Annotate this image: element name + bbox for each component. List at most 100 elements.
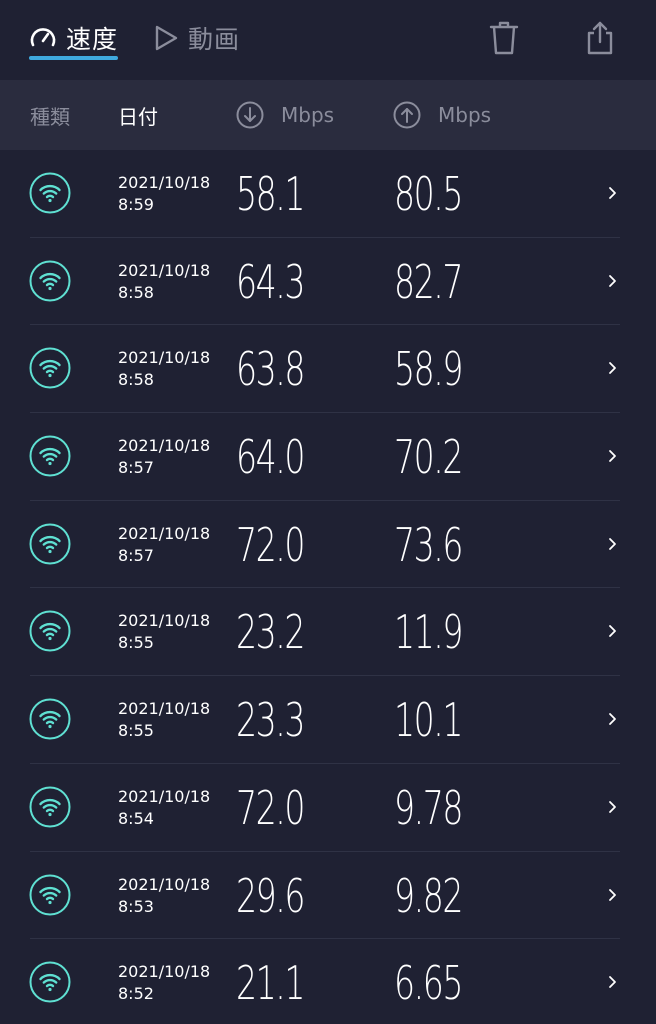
- chevron-right-icon: [609, 976, 616, 989]
- wifi-icon: [29, 435, 71, 477]
- row-datetime: 2021/10/18 8:54: [118, 786, 210, 830]
- wifi-icon: [29, 172, 71, 214]
- row-date: 2021/10/18: [118, 962, 211, 982]
- header-type[interactable]: 種類: [30, 80, 70, 150]
- row-download-value: 58.1: [236, 167, 305, 221]
- tab-speed[interactable]: 速度: [28, 18, 118, 58]
- row-date: 2021/10/18: [118, 436, 211, 456]
- active-tab-indicator: [29, 56, 118, 60]
- column-header: 種類 日付 Mbps Mbps: [0, 80, 656, 150]
- row-datetime: 2021/10/18 8:58: [118, 347, 210, 391]
- row-time: 8:55: [118, 633, 154, 653]
- wifi-icon: [29, 961, 71, 1003]
- row-date: 2021/10/18: [118, 611, 211, 631]
- row-datetime: 2021/10/18 8:58: [118, 260, 210, 304]
- row-upload-value: 11.9: [394, 605, 463, 660]
- chevron-right-icon: [609, 625, 616, 638]
- row-time: 8:53: [118, 896, 154, 916]
- row-time: 8:58: [118, 282, 154, 302]
- table-row[interactable]: 2021/10/18 8:57 72.0 73.6: [0, 501, 656, 589]
- row-upload-value: 9.82: [394, 868, 463, 923]
- chevron-right-icon: [609, 537, 616, 550]
- row-upload-value: 9.78: [394, 780, 463, 835]
- row-date: 2021/10/18: [118, 874, 211, 894]
- table-row[interactable]: 2021/10/18 8:53 29.6 9.82: [0, 852, 656, 940]
- row-download-value: 21.1: [236, 956, 305, 1011]
- header-download[interactable]: Mbps: [235, 80, 334, 150]
- wifi-icon: [29, 260, 71, 302]
- table-row[interactable]: 2021/10/18 8:55 23.2 11.9: [0, 588, 656, 677]
- row-datetime: 2021/10/18 8:55: [118, 610, 210, 654]
- play-icon: [155, 25, 178, 51]
- row-download-value: 63.8: [236, 342, 305, 397]
- tab-video[interactable]: 動画: [152, 18, 240, 58]
- table-row[interactable]: 2021/10/18 8:57 64.0 70.2: [0, 413, 656, 501]
- header-upload[interactable]: Mbps: [392, 80, 491, 150]
- share-button[interactable]: [580, 18, 620, 58]
- chevron-right-icon: [609, 274, 616, 287]
- row-download-value: 29.6: [236, 868, 305, 923]
- table-row[interactable]: 2021/10/18 8:59 58.1 80.5: [0, 150, 656, 238]
- row-time: 8:55: [118, 721, 154, 741]
- row-datetime: 2021/10/18 8:59: [118, 172, 210, 216]
- download-arrow-icon: [235, 100, 265, 130]
- chevron-right-icon: [609, 362, 616, 375]
- wifi-icon: [29, 698, 71, 740]
- table-row[interactable]: 2021/10/18 8:58 63.8 58.9: [0, 325, 656, 414]
- row-time: 8:52: [118, 984, 154, 1004]
- row-download-value: 64.3: [236, 254, 305, 309]
- chevron-right-icon: [609, 713, 616, 726]
- table-row[interactable]: 2021/10/18 8:55 23.3 10.1: [0, 676, 656, 764]
- row-datetime: 2021/10/18 8:55: [118, 698, 210, 742]
- row-upload-value: 58.9: [394, 342, 463, 397]
- row-upload-value: 6.65: [394, 956, 463, 1011]
- row-datetime: 2021/10/18 8:57: [118, 523, 210, 567]
- row-datetime: 2021/10/18 8:52: [118, 961, 210, 1005]
- wifi-icon: [29, 523, 71, 565]
- row-date: 2021/10/18: [118, 699, 211, 719]
- tab-speed-label: 速度: [66, 25, 119, 54]
- row-download-value: 23.2: [236, 605, 305, 660]
- wifi-icon: [29, 874, 71, 915]
- row-time: 8:57: [118, 458, 154, 478]
- chevron-right-icon: [609, 800, 616, 813]
- tab-video-label: 動画: [188, 25, 241, 54]
- row-time: 8:54: [118, 808, 154, 828]
- chevron-right-icon: [609, 888, 616, 901]
- header-date[interactable]: 日付: [118, 80, 158, 150]
- top-bar: 速度 動画: [0, 0, 656, 80]
- row-download-value: 72.0: [236, 517, 305, 572]
- row-date: 2021/10/18: [118, 348, 211, 368]
- header-download-unit: Mbps: [281, 103, 335, 127]
- row-upload-value: 73.6: [394, 517, 463, 572]
- chevron-right-icon: [609, 187, 616, 199]
- row-upload-value: 82.7: [394, 254, 463, 309]
- row-date: 2021/10/18: [118, 260, 211, 280]
- trash-icon: [489, 21, 519, 55]
- result-list: 2021/10/18 8:59 58.1 80.5 2021/10/18 8:5…: [0, 150, 656, 1024]
- row-upload-value: 10.1: [394, 693, 463, 748]
- row-upload-value: 80.5: [394, 167, 463, 221]
- wifi-icon: [29, 786, 71, 828]
- row-datetime: 2021/10/18 8:57: [118, 435, 210, 479]
- speedtest-history-screen: 速度 動画 種類 日付 Mbps Mbps 2021/10/18 8:59 58…: [0, 0, 656, 1024]
- row-time: 8:57: [118, 545, 154, 565]
- row-download-value: 23.3: [236, 693, 305, 748]
- row-time: 8:58: [118, 370, 154, 390]
- row-time: 8:59: [118, 195, 154, 214]
- row-download-value: 72.0: [236, 780, 305, 835]
- wifi-icon: [29, 610, 71, 652]
- row-date: 2021/10/18: [118, 523, 211, 543]
- row-upload-value: 70.2: [394, 430, 463, 485]
- row-datetime: 2021/10/18 8:53: [118, 874, 210, 918]
- table-row[interactable]: 2021/10/18 8:58 64.3 82.7: [0, 238, 656, 326]
- row-date: 2021/10/18: [118, 173, 211, 192]
- upload-arrow-icon: [392, 100, 422, 130]
- table-row[interactable]: 2021/10/18 8:54 72.0 9.78: [0, 764, 656, 852]
- share-icon: [587, 21, 613, 55]
- wifi-icon: [29, 347, 71, 389]
- row-download-value: 64.0: [236, 430, 305, 485]
- delete-button[interactable]: [484, 18, 524, 58]
- header-upload-unit: Mbps: [438, 103, 492, 127]
- table-row[interactable]: 2021/10/18 8:52 21.1 6.65: [0, 939, 656, 1024]
